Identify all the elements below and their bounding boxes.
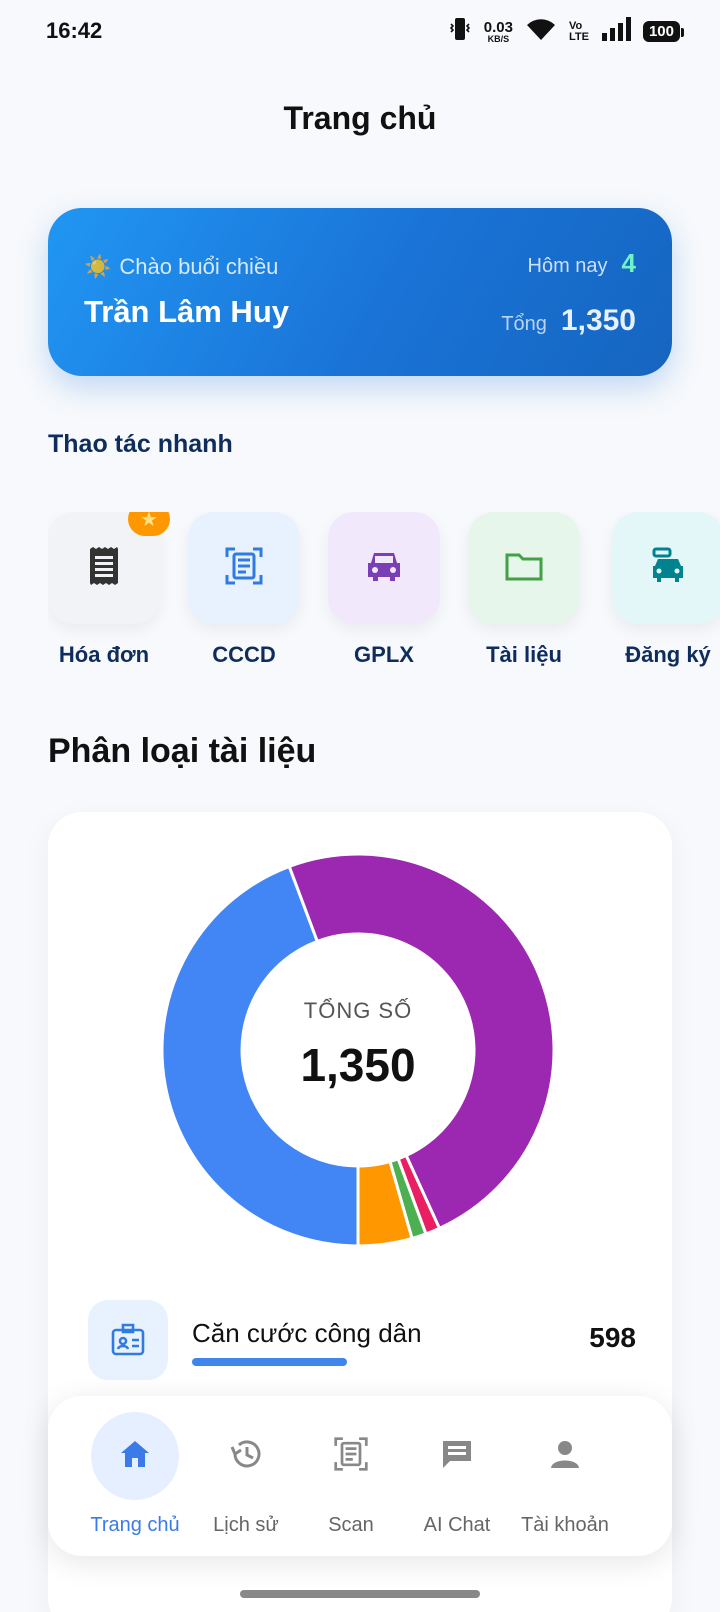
signal-icon: [601, 17, 631, 46]
section-title-categories: Phân loại tài liệu: [48, 732, 317, 770]
nav-item-history[interactable]: Lịch sử: [191, 1396, 301, 1556]
quick-action-label: Đăng ký: [625, 642, 711, 667]
donut-center: TỔNG SỐ 1,350: [158, 850, 558, 1250]
status-time: 16:42: [46, 18, 103, 43]
history-icon: [229, 1438, 263, 1475]
car-icon: [364, 549, 404, 588]
quick-action-label: GPLX: [354, 642, 414, 667]
quick-action-tile[interactable]: ★: [48, 512, 170, 624]
stat-today: Hôm nay 4: [527, 248, 637, 278]
quick-action-gplx[interactable]: GPLX: [328, 512, 440, 668]
nav-item-home[interactable]: Trang chủ: [80, 1396, 190, 1556]
total-count: 1,350: [560, 304, 636, 337]
quick-action-tai-lieu[interactable]: Tài liệu: [468, 512, 580, 668]
chat-icon: [440, 1438, 474, 1475]
category-row[interactable]: Căn cước công dân 598: [88, 1300, 636, 1380]
car-registration-icon: [648, 546, 688, 591]
battery-icon: 100: [642, 21, 685, 42]
quick-action-hoa-don[interactable]: ★ Hóa đơn: [48, 512, 170, 668]
category-count: 598: [589, 1322, 636, 1353]
network-speed: 0.03 KB/S: [483, 18, 513, 44]
nav-bubble[interactable]: [91, 1412, 179, 1500]
sun-icon: ☀️: [84, 254, 112, 279]
quick-action-label: CCCD: [212, 642, 276, 667]
greeting-card: ☀️ Chào buổi chiều Trần Lâm Huy Hôm nay …: [48, 208, 672, 376]
scan-icon: [333, 1436, 369, 1477]
nav-bubble[interactable]: [202, 1412, 290, 1500]
quick-actions-row[interactable]: ★ Hóa đơn CCCD GPLX Tài liệu Đăng ký: [48, 512, 720, 682]
star-icon: ★: [128, 512, 170, 536]
quick-action-label: Hóa đơn: [58, 642, 150, 667]
quick-action-dang-ky[interactable]: Đăng ký: [612, 512, 720, 668]
category-name: Căn cước công dân: [192, 1318, 422, 1348]
wifi-icon: [525, 16, 557, 47]
quick-action-tile[interactable]: [612, 512, 720, 624]
account-icon: [550, 1439, 580, 1474]
quick-action-cccd[interactable]: CCCD: [188, 512, 300, 668]
vibrate-icon: [448, 16, 472, 47]
greeting-label: ☀️ Chào buổi chiều: [84, 254, 279, 279]
nav-bubble[interactable]: [413, 1412, 501, 1500]
receipt-icon: [86, 546, 122, 591]
nav-item-ai-chat[interactable]: AI Chat: [402, 1396, 512, 1556]
id-card-icon: [88, 1300, 168, 1380]
status-icons: 0.03 KB/S Vo LTE 100: [448, 16, 685, 47]
quick-action-tile[interactable]: [188, 512, 300, 624]
nav-label: Tài khoản: [521, 1514, 609, 1536]
today-count: 4: [621, 248, 636, 278]
bottom-navigation: Trang chủ Lịch sử Scan AI Chat Tài khoản: [48, 1396, 672, 1556]
stat-total: Tổng 1,350: [501, 304, 636, 337]
quick-action-label: Tài liệu: [486, 642, 562, 667]
category-bar: [192, 1358, 347, 1366]
donut-center-label: TỔNG SỐ: [303, 998, 413, 1023]
user-name: Trần Lâm Huy: [84, 294, 289, 329]
folder-icon: [504, 550, 544, 587]
nav-item-scan[interactable]: Scan: [296, 1396, 406, 1556]
status-bar: 16:42 0.03 KB/S Vo LTE 100: [0, 0, 720, 64]
nav-bubble[interactable]: [521, 1412, 609, 1500]
nav-item-account[interactable]: Tài khoản: [510, 1396, 620, 1556]
nav-bubble[interactable]: [307, 1412, 395, 1500]
home-icon: [119, 1439, 151, 1474]
donut-center-value: 1,350: [300, 1039, 416, 1091]
volte-indicator: Vo LTE: [569, 19, 589, 43]
home-indicator[interactable]: [240, 1590, 480, 1598]
page-title: Trang chủ: [283, 100, 437, 136]
quick-action-tile[interactable]: [328, 512, 440, 624]
scan-document-icon: [224, 546, 264, 591]
quick-action-tile[interactable]: [468, 512, 580, 624]
section-title-quick-actions: Thao tác nhanh: [48, 430, 233, 458]
